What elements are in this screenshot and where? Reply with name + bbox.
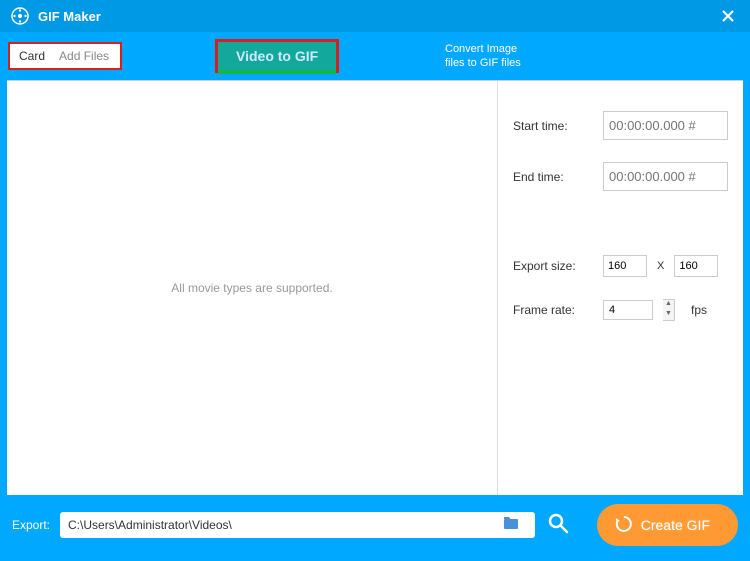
end-time-row: End time: <box>513 162 728 191</box>
tab-bar: Video to GIF <box>215 39 339 73</box>
start-time-row: Start time: <box>513 111 728 140</box>
toolbar-left-group: Card Add Files <box>8 42 122 70</box>
add-files-button[interactable]: Add Files <box>51 47 117 65</box>
toolbar: Card Add Files Video to GIF Convert Imag… <box>0 32 750 80</box>
close-button[interactable] <box>716 4 740 28</box>
spinner-down-icon[interactable]: ▼ <box>663 310 674 320</box>
folder-icon[interactable] <box>503 516 521 534</box>
frame-rate-row: Frame rate: ▲ ▼ fps <box>513 299 728 321</box>
start-time-label: Start time: <box>513 119 593 133</box>
app-title: GIF Maker <box>38 9 716 24</box>
main-area: All movie types are supported. Start tim… <box>7 80 743 495</box>
create-gif-label: Create GIF <box>641 517 710 533</box>
end-time-input[interactable] <box>603 162 728 191</box>
dropzone-message: All movie types are supported. <box>171 281 332 295</box>
frame-rate-spinner: ▲ ▼ <box>663 299 675 321</box>
card-button[interactable]: Card <box>13 47 51 65</box>
create-gif-button[interactable]: Create GIF <box>597 504 738 546</box>
export-size-row: Export size: X <box>513 255 728 277</box>
spinner-up-icon[interactable]: ▲ <box>663 300 674 310</box>
search-icon[interactable] <box>547 512 569 539</box>
start-time-input[interactable] <box>603 111 728 140</box>
frame-rate-label: Frame rate: <box>513 303 593 317</box>
tab-video-to-gif[interactable]: Video to GIF <box>215 39 339 73</box>
size-separator: X <box>657 260 664 272</box>
app-icon <box>10 6 30 26</box>
export-path-field <box>60 512 535 538</box>
export-path-input[interactable] <box>68 518 503 532</box>
convert-info-text: Convert Image files to GIF files <box>445 42 521 71</box>
refresh-icon <box>615 515 633 536</box>
export-width-input[interactable] <box>603 255 647 277</box>
title-bar: GIF Maker <box>0 0 750 32</box>
export-height-input[interactable] <box>674 255 718 277</box>
fps-label: fps <box>691 303 707 317</box>
settings-panel: Start time: End time: Export size: X Fra… <box>498 81 743 495</box>
close-icon <box>721 9 735 23</box>
dropzone[interactable]: All movie types are supported. <box>7 81 498 495</box>
end-time-label: End time: <box>513 170 593 184</box>
convert-info-line1: Convert Image <box>445 42 521 56</box>
frame-rate-input[interactable] <box>603 300 653 320</box>
export-size-label: Export size: <box>513 259 593 273</box>
export-label: Export: <box>12 518 50 532</box>
footer: Export: Create GIF <box>0 495 750 555</box>
convert-info-line2: files to GIF files <box>445 56 521 70</box>
